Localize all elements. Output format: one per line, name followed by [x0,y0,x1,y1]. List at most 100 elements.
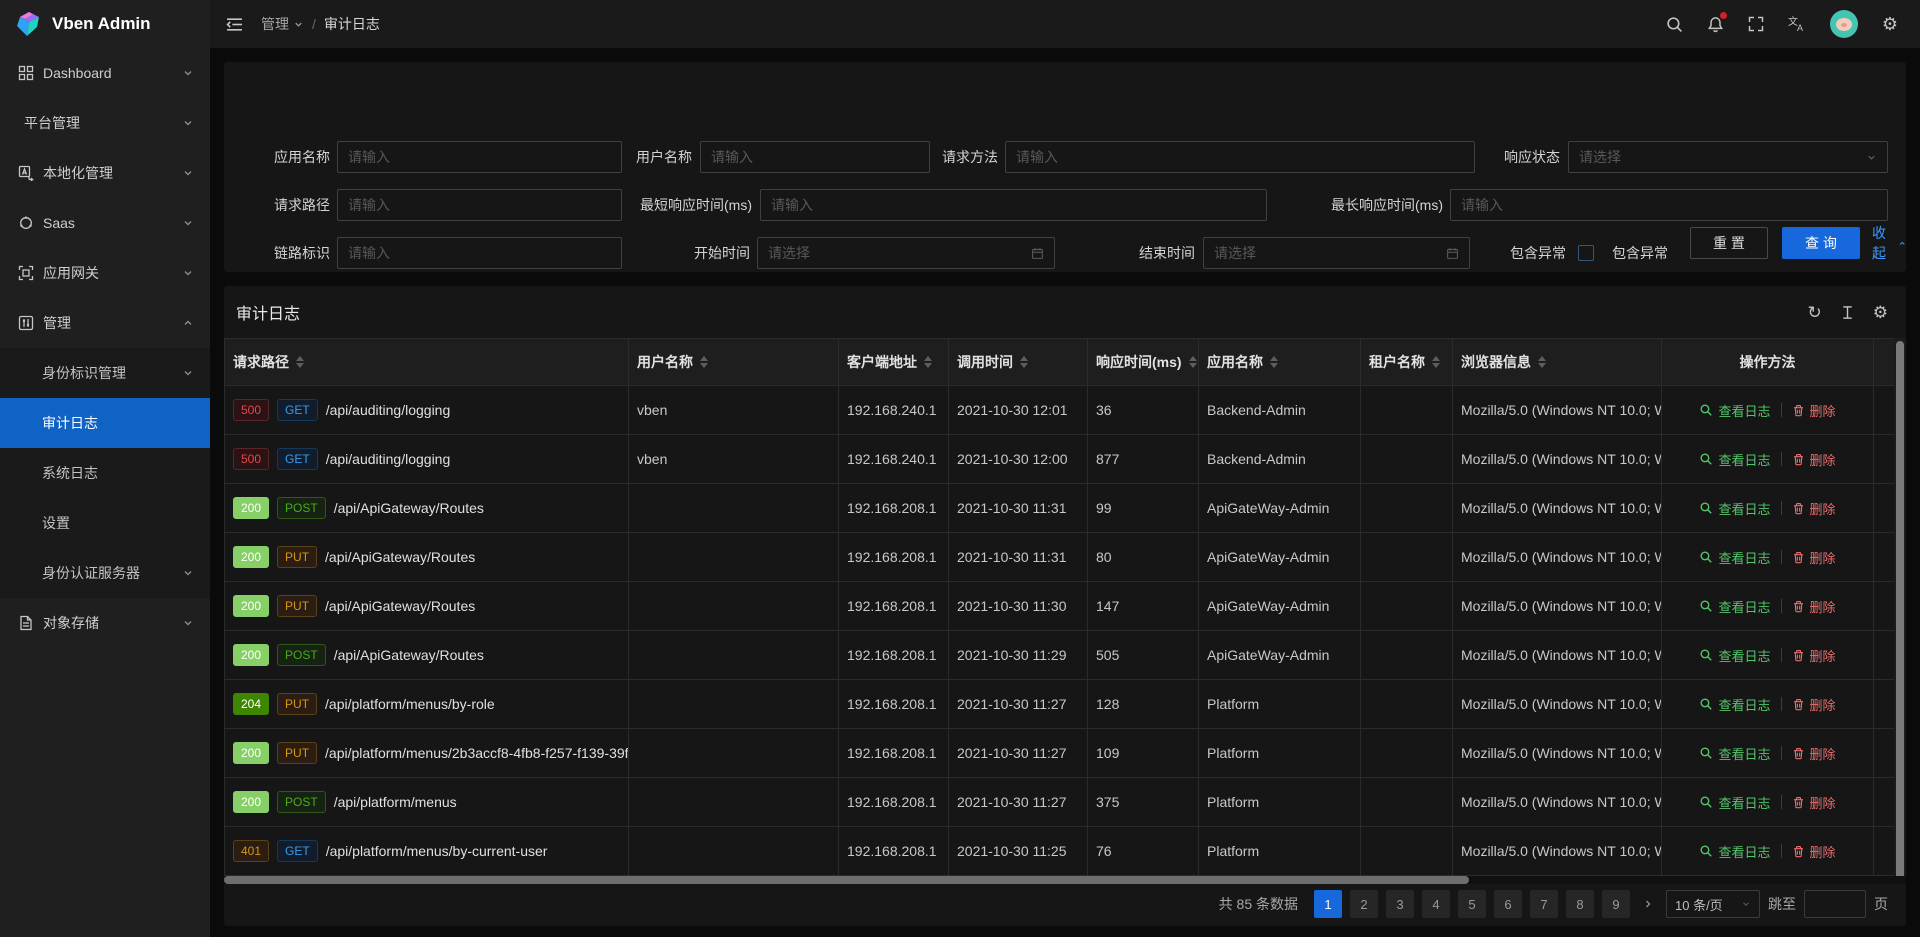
request-path: /api/platform/menus/2b3accf8-4fb8-f257-f… [325,745,629,761]
sidebar-item-6[interactable]: 身份标识管理 [0,348,210,398]
view-log-button[interactable]: 查看日志 [1699,401,1770,420]
request-path-input[interactable] [337,189,622,221]
max-response-time-input[interactable] [1450,189,1888,221]
column-header-7[interactable]: 浏览器信息 [1453,339,1662,385]
sort-carets-icon[interactable] [1189,356,1197,368]
sidebar-item-10[interactable]: 身份认证服务器 [0,548,210,598]
delete-button[interactable]: 删除 [1792,597,1836,616]
horizontal-scrollbar-thumb[interactable] [224,876,1469,884]
reset-button[interactable]: 重 置 [1690,227,1768,259]
actions-cell: 查看日志 删除 [1662,729,1874,777]
page-button-8[interactable]: 8 [1566,890,1594,918]
app-name-input[interactable] [337,141,622,173]
delete-button[interactable]: 删除 [1792,548,1836,567]
sidebar-item-5[interactable]: 管理 [0,298,210,348]
next-page-button[interactable] [1638,898,1658,910]
chevron-down-icon [182,217,194,229]
field-label: 应用名称 [250,141,330,173]
view-log-button[interactable]: 查看日志 [1699,646,1770,665]
vertical-scrollbar-thumb[interactable] [1896,341,1904,881]
sidebar-item-1[interactable]: 平台管理 [0,98,210,148]
sort-carets-icon[interactable] [1020,356,1028,368]
page-size-select[interactable]: 10 条/页 [1666,890,1760,918]
column-header-5[interactable]: 应用名称 [1199,339,1361,385]
view-log-button[interactable]: 查看日志 [1699,842,1770,861]
column-header-2[interactable]: 客户端地址 [839,339,949,385]
column-header-3[interactable]: 调用时间 [949,339,1088,385]
sort-carets-icon[interactable] [700,356,708,368]
gateway-icon [18,265,34,281]
delete-button[interactable]: 删除 [1792,744,1836,763]
breadcrumb-item-manage[interactable]: 管理 [261,14,304,34]
column-header-6[interactable]: 租户名称 [1361,339,1453,385]
view-log-button[interactable]: 查看日志 [1699,793,1770,812]
view-log-button[interactable]: 查看日志 [1699,744,1770,763]
page-button-7[interactable]: 7 [1530,890,1558,918]
notification-bell-icon[interactable] [1707,16,1724,33]
view-log-button[interactable]: 查看日志 [1699,548,1770,567]
table-row-7: 200PUT/api/platform/menus/2b3accf8-4fb8-… [224,729,1906,778]
sidebar-item-4[interactable]: 应用网关 [0,248,210,298]
app-logo[interactable]: Vben Admin [0,0,210,48]
delete-button[interactable]: 删除 [1792,499,1836,518]
collapse-link[interactable]: 收起 [1872,227,1906,259]
request-path: /api/ApiGateway/Routes [325,549,475,565]
end-time-picker[interactable]: 请选择 [1203,237,1470,269]
sidebar-item-8[interactable]: 系统日志 [0,448,210,498]
search-button[interactable]: 查 询 [1782,227,1860,259]
delete-button[interactable]: 删除 [1792,401,1836,420]
settings-gear-icon[interactable]: ⚙ [1882,15,1898,33]
table-settings-gear-icon[interactable]: ⚙ [1873,304,1888,321]
view-log-button[interactable]: 查看日志 [1699,499,1770,518]
delete-button[interactable]: 删除 [1792,695,1836,714]
sidebar-item-11[interactable]: 对象存储 [0,598,210,648]
translate-icon[interactable]: 文 A [1788,15,1806,33]
request-path: /api/platform/menus/by-current-user [326,843,548,859]
min-response-time-input[interactable] [760,189,1267,221]
delete-button[interactable]: 删除 [1792,450,1836,469]
column-header-4[interactable]: 响应时间(ms) [1088,339,1199,385]
start-time-picker[interactable]: 请选择 [757,237,1055,269]
page-button-5[interactable]: 5 [1458,890,1486,918]
page-button-4[interactable]: 4 [1422,890,1450,918]
user-name-input[interactable] [700,141,930,173]
row-height-icon[interactable] [1840,305,1855,320]
sort-carets-icon[interactable] [296,356,304,368]
delete-button[interactable]: 删除 [1792,842,1836,861]
page-button-1[interactable]: 1 [1314,890,1342,918]
view-log-button[interactable]: 查看日志 [1699,695,1770,714]
column-header-1[interactable]: 用户名称 [629,339,839,385]
page-button-9[interactable]: 9 [1602,890,1630,918]
response-status-select[interactable]: 请选择 [1568,141,1888,173]
page-button-3[interactable]: 3 [1386,890,1414,918]
horizontal-scrollbar[interactable] [224,876,1906,884]
include-exception-checkbox[interactable] [1578,245,1594,261]
sidebar-item-7[interactable]: 审计日志 [0,398,210,448]
refresh-icon[interactable]: ↻ [1808,304,1822,321]
avatar[interactable] [1830,10,1858,38]
sort-carets-icon[interactable] [1270,356,1278,368]
sort-carets-icon[interactable] [1538,356,1546,368]
magnifier-icon [1699,599,1713,613]
column-header-0[interactable]: 请求路径 [224,339,629,385]
sort-carets-icon[interactable] [924,356,932,368]
request-method-input[interactable] [1005,141,1475,173]
view-log-button[interactable]: 查看日志 [1699,597,1770,616]
fullscreen-icon[interactable] [1748,16,1764,32]
view-log-button[interactable]: 查看日志 [1699,450,1770,469]
sidebar-item-3[interactable]: Saas [0,198,210,248]
sidebar-item-0[interactable]: Dashboard [0,48,210,98]
trace-id-input[interactable] [337,237,622,269]
page-button-6[interactable]: 6 [1494,890,1522,918]
sort-carets-icon[interactable] [1432,356,1440,368]
delete-button[interactable]: 删除 [1792,793,1836,812]
delete-button[interactable]: 删除 [1792,646,1836,665]
menu-fold-icon[interactable] [226,16,243,33]
sidebar-item-9[interactable]: 设置 [0,498,210,548]
user-name-cell [629,533,839,581]
sidebar-item-2[interactable]: 本地化管理 [0,148,210,198]
page-button-2[interactable]: 2 [1350,890,1378,918]
jump-page-input[interactable] [1804,890,1866,918]
search-icon[interactable] [1666,16,1683,33]
vertical-scrollbar[interactable] [1894,338,1906,884]
